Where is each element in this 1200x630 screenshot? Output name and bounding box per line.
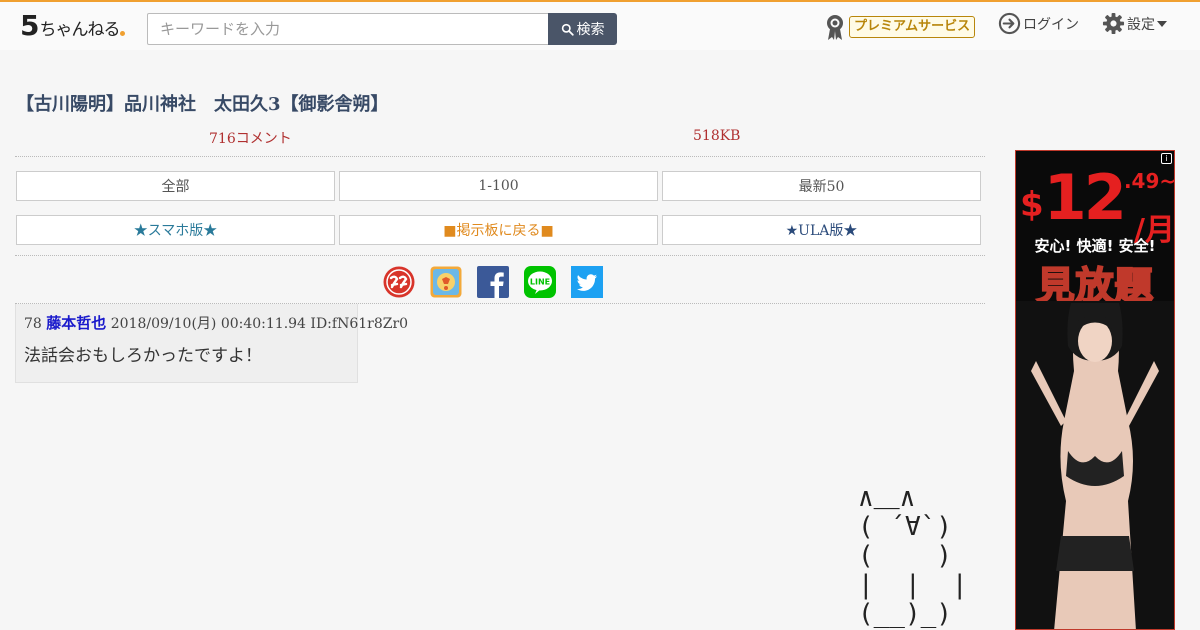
post-header: 78 藤本哲也 2018/09/10(月) 00:40:11.94 ID:fN6… <box>24 312 408 333</box>
twitter-icon <box>571 266 603 298</box>
logo-five: 5 <box>20 9 40 42</box>
chevron-down-icon <box>1157 20 1167 27</box>
ad-price: $ 12 .49~ /月 <box>1020 161 1175 249</box>
post-item: 78 藤本哲也 2018/09/10(月) 00:40:11.94 ID:fN6… <box>15 304 408 383</box>
post-number[interactable]: 78 <box>24 316 42 332</box>
ad-model-photo <box>1016 301 1174 629</box>
ad-currency: $ <box>1020 185 1044 225</box>
comment-count: 716コメント <box>209 131 292 147</box>
share-twitter-button[interactable] <box>571 266 603 298</box>
search-input[interactable] <box>147 13 549 45</box>
gear-icon <box>1102 12 1125 35</box>
logo-dot <box>120 31 126 36</box>
divider <box>15 255 985 256</box>
ad-subtitle: 安心! 快適! 安全! <box>1034 237 1156 255</box>
site-logo[interactable]: 5 ちゃんねる <box>20 9 126 42</box>
ad-price-number: 12 <box>1043 161 1127 234</box>
search-icon <box>561 23 574 36</box>
share-line-button[interactable]: LINE <box>524 266 556 298</box>
post-id[interactable]: ID:fN61r8Zr0 <box>310 316 408 332</box>
premium-service-link[interactable]: プレミアムサービス <box>824 13 976 41</box>
nav-ula-button[interactable]: ★ULA版★ <box>662 215 981 245</box>
share-sugoi-button[interactable] <box>383 266 415 298</box>
nav-1-100-button[interactable]: 1-100 <box>339 171 658 201</box>
share-tweetdeck-button[interactable] <box>430 266 462 298</box>
login-label: ログイン <box>1023 16 1079 33</box>
post-body: 法話会おもしろかったですよ！ <box>24 346 262 366</box>
ad-price-cents: .49~ <box>1123 169 1175 193</box>
nav-all-button[interactable]: 全部 <box>16 171 335 201</box>
sugoi-icon <box>383 266 415 298</box>
share-facebook-button[interactable] <box>477 266 509 298</box>
search-button-label: 検索 <box>576 22 605 38</box>
tweetdeck-icon <box>430 266 462 298</box>
post-date: 2018/09/10(月) 00:40:11.94 <box>110 316 306 332</box>
divider <box>15 156 985 157</box>
search-button[interactable]: 検索 <box>548 13 617 45</box>
settings-menu[interactable]: 設定 <box>1102 12 1167 35</box>
advertisement-banner[interactable]: i $ 12 .49~ /月 安心! 快適! 安全! 見放題 <box>1015 150 1175 630</box>
facebook-icon <box>477 266 509 298</box>
login-icon <box>998 12 1021 35</box>
thread-title: 【古川陽明】品川神社 太田久3【御影舎朔】 <box>16 94 389 115</box>
settings-label: 設定 <box>1127 16 1155 33</box>
ascii-art-cat: ∧＿∧ ( ´∀`) ( ) | | | (__)_) <box>858 483 968 629</box>
nav-latest50-button[interactable]: 最新50 <box>662 171 981 201</box>
top-bar: 5 ちゃんねる 検索 プレミアムサービス ログイン <box>0 0 1200 50</box>
post-author-name[interactable]: 藤本哲也 <box>46 314 106 332</box>
logo-text: ちゃんねる <box>39 20 120 40</box>
award-icon <box>827 15 843 40</box>
nav-smartphone-button[interactable]: ★スマホ版★ <box>16 215 335 245</box>
login-link[interactable]: ログイン <box>998 12 1079 35</box>
svg-text:LINE: LINE <box>530 278 550 287</box>
premium-label: プレミアムサービス <box>849 16 976 38</box>
nav-back-to-board-button[interactable]: ■掲示板に戻る■ <box>339 215 658 245</box>
line-icon: LINE <box>524 266 556 298</box>
thread-size: 518KB <box>693 128 741 144</box>
